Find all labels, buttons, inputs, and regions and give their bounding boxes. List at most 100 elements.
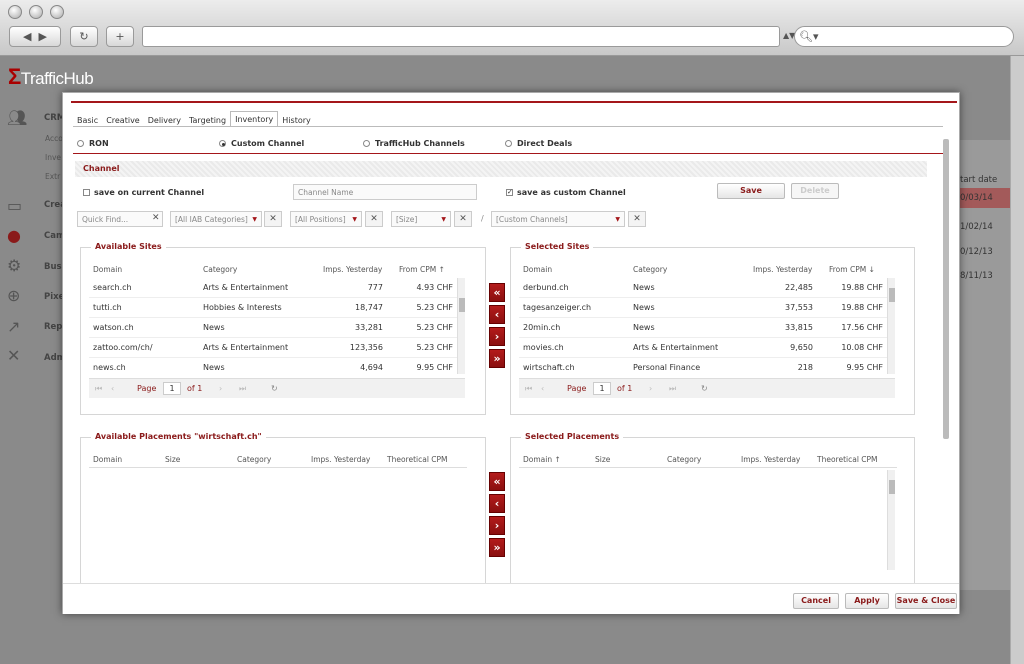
first-page-icon[interactable]: ⏮ (525, 384, 532, 394)
radio-button[interactable] (505, 140, 512, 147)
remove-all-placements-button[interactable]: » (489, 538, 505, 557)
table-row[interactable]: search.ch Arts & Entertainment 777 4.93 CHF (89, 278, 457, 298)
table-row[interactable]: wirtschaft.ch Personal Finance 218 9.95 CHF (519, 358, 887, 374)
tab-targeting[interactable]: Targeting (185, 113, 230, 127)
apply-button[interactable]: Apply (845, 593, 889, 609)
size-select[interactable]: [Size] ▼ (391, 211, 451, 227)
radio-traffichub-channels[interactable]: TrafficHub Channels (363, 139, 465, 148)
modal-scrollbar-thumb[interactable] (943, 139, 949, 439)
add-one-placement-button[interactable]: › (489, 516, 505, 535)
table-row[interactable]: tutti.ch Hobbies & Interests 18,747 5.23 CH… (89, 298, 457, 318)
delete-channel-button[interactable]: Delete (791, 183, 839, 199)
column-header-cpm[interactable]: From CPM ↑ (399, 265, 445, 274)
checkbox[interactable] (83, 189, 90, 196)
add-all-button[interactable]: « (489, 283, 505, 302)
minimize-window-icon[interactable] (29, 5, 43, 19)
cancel-button[interactable]: Cancel (793, 593, 839, 609)
address-bar[interactable] (142, 26, 780, 47)
column-header-cpm[interactable]: Theoretical CPM (387, 455, 448, 464)
table-row[interactable]: derbund.ch News 22,485 19.88 CHF (519, 278, 887, 298)
save-current-channel-checkbox[interactable]: save on current Channel (83, 188, 204, 197)
column-header-domain[interactable]: Domain (93, 265, 122, 274)
save-close-button[interactable]: Save & Close (895, 593, 957, 609)
last-page-icon[interactable]: ⏭ (669, 384, 676, 394)
page-number-input[interactable]: 1 (163, 382, 181, 395)
column-header-domain[interactable]: Domain (93, 455, 122, 464)
tab-basic[interactable]: Basic (73, 113, 102, 127)
last-page-icon[interactable]: ⏭ (239, 384, 246, 394)
iab-category-select[interactable]: [All IAB Categories] ▼ (170, 211, 262, 227)
table-row[interactable]: zattoo.com/ch/Arts & Entertainment 123,35… (89, 338, 457, 358)
checkbox-checked[interactable]: ✓ (506, 189, 513, 196)
next-page-icon[interactable]: › (219, 384, 222, 393)
column-header-imps[interactable]: Imps. Yesterday (323, 265, 382, 274)
first-page-icon[interactable]: ⏮ (95, 384, 102, 394)
new-tab-icon[interactable]: + (106, 26, 134, 47)
grid-scrollbar[interactable] (887, 470, 895, 570)
column-header-imps[interactable]: Imps. Yesterday (753, 265, 812, 274)
sidebar-sub-extra[interactable]: Extr (45, 172, 60, 181)
tab-delivery[interactable]: Delivery (144, 113, 185, 127)
column-header-size[interactable]: Size (595, 455, 610, 464)
column-header-domain[interactable]: Domain (523, 265, 552, 274)
next-page-icon[interactable]: › (649, 384, 652, 393)
column-header-category[interactable]: Category (633, 265, 667, 274)
table-row[interactable]: watson.ch News 33,281 5.23 CHF (89, 318, 457, 338)
radio-button[interactable] (77, 140, 84, 147)
grid-scrollbar-thumb[interactable] (889, 288, 895, 302)
column-header-size[interactable]: Size (165, 455, 180, 464)
radio-ron[interactable]: RON (77, 139, 109, 148)
prev-page-icon[interactable]: ‹ (111, 384, 114, 393)
prev-page-icon[interactable]: ‹ (541, 384, 544, 393)
positions-select[interactable]: [All Positions] ▼ (290, 211, 362, 227)
table-row[interactable]: 20min.ch News 33,815 17.56 CHF (519, 318, 887, 338)
remove-one-placement-button[interactable]: ‹ (489, 494, 505, 513)
table-row[interactable]: tagesanzeiger.ch News 37,553 19.88 CHF (519, 298, 887, 318)
column-header-imps[interactable]: Imps. Yesterday (741, 455, 800, 464)
back-forward-buttons[interactable]: ◀ ▶ (9, 26, 61, 47)
browser-search-field[interactable]: 🔍︎▾ (794, 26, 1014, 47)
grid-scrollbar-thumb[interactable] (459, 298, 465, 312)
radio-custom-channel[interactable]: Custom Channel (219, 139, 304, 148)
clear-quick-find-icon[interactable]: ✕ (152, 213, 160, 223)
clear-size-icon[interactable]: ✕ (454, 211, 472, 227)
column-header-domain[interactable]: Domain ↑ (523, 455, 561, 464)
clear-custom-channels-icon[interactable]: ✕ (628, 211, 646, 227)
reload-icon[interactable]: ↻ (70, 26, 98, 47)
column-header-category[interactable]: Category (667, 455, 701, 464)
page-scrollbar[interactable] (1010, 56, 1024, 664)
table-row[interactable]: movies.ch Arts & Entertainment 9,650 10.08 … (519, 338, 887, 358)
radio-direct-deals[interactable]: Direct Deals (505, 139, 572, 148)
refresh-icon[interactable]: ↻ (701, 384, 708, 393)
tab-history[interactable]: History (278, 113, 314, 127)
radio-button[interactable] (363, 140, 370, 147)
grid-scrollbar[interactable] (457, 278, 465, 374)
add-one-button[interactable]: › (489, 327, 505, 346)
quick-find-input[interactable]: Quick Find... (77, 211, 163, 227)
maximize-window-icon[interactable] (50, 5, 64, 19)
sidebar-sub-inventory[interactable]: Inve (45, 153, 61, 162)
clear-positions-icon[interactable]: ✕ (365, 211, 383, 227)
refresh-icon[interactable]: ↻ (271, 384, 278, 393)
channel-name-input[interactable]: Channel Name (293, 184, 477, 200)
page-number-input[interactable]: 1 (593, 382, 611, 395)
save-channel-button[interactable]: Save (717, 183, 785, 199)
remove-all-button[interactable]: » (489, 349, 505, 368)
column-header-imps[interactable]: Imps. Yesterday (311, 455, 370, 464)
save-custom-channel-checkbox[interactable]: ✓ save as custom Channel (506, 188, 626, 197)
radio-button[interactable] (219, 140, 226, 147)
tab-creative[interactable]: Creative (102, 113, 144, 127)
column-header-cpm[interactable]: From CPM ↓ (829, 265, 875, 274)
grid-scrollbar[interactable] (887, 278, 895, 374)
grid-scrollbar-thumb[interactable] (889, 480, 895, 494)
table-row[interactable]: news.ch News 4,694 9.95 CHF (89, 358, 457, 374)
column-header-cpm[interactable]: Theoretical CPM (817, 455, 878, 464)
tab-inventory[interactable]: Inventory (230, 111, 279, 127)
add-all-placements-button[interactable]: « (489, 472, 505, 491)
column-header-category[interactable]: Category (237, 455, 271, 464)
column-header-category[interactable]: Category (203, 265, 237, 274)
clear-iab-icon[interactable]: ✕ (264, 211, 282, 227)
remove-one-button[interactable]: ‹ (489, 305, 505, 324)
close-window-icon[interactable] (8, 5, 22, 19)
custom-channels-select[interactable]: [Custom Channels] ▼ (491, 211, 625, 227)
